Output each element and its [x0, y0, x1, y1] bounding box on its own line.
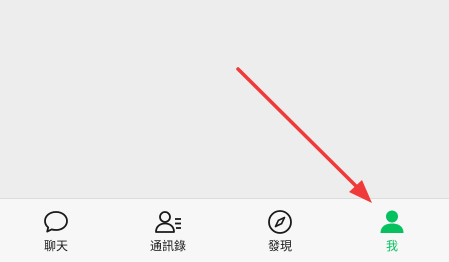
tab-me-label: 我: [385, 239, 398, 253]
bottom-tab-bar: 聊天 通訊錄 發現 我: [0, 198, 449, 262]
tab-discover-label: 發現: [267, 239, 292, 253]
content-area: [0, 0, 449, 198]
chat-bubble-icon: [41, 207, 71, 237]
compass-icon: [265, 207, 295, 237]
person-icon: [377, 207, 407, 237]
tab-contacts-label: 通訊錄: [149, 239, 186, 253]
tab-contacts[interactable]: 通訊錄: [112, 199, 224, 262]
tab-chats[interactable]: 聊天: [0, 199, 112, 262]
tab-me[interactable]: 我: [336, 199, 448, 262]
tab-discover[interactable]: 發現: [224, 199, 336, 262]
wechat-screen: 聊天 通訊錄 發現 我: [0, 0, 449, 262]
contacts-icon: [153, 207, 183, 237]
tab-chats-label: 聊天: [43, 239, 68, 253]
